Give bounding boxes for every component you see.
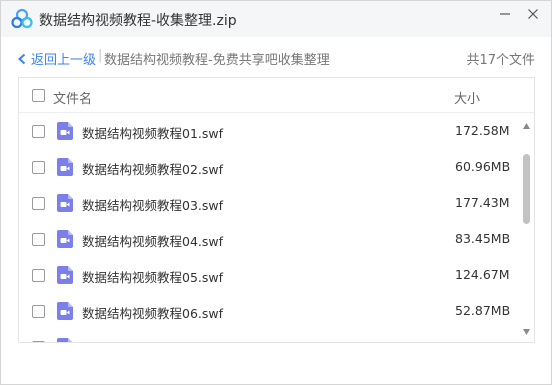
file-checkbox[interactable]	[32, 305, 45, 318]
video-file-icon	[57, 122, 73, 140]
zip-preview-window: 数据结构视频教程-收集整理.zip 返回上一级 | 数据结构视频教程-免费共享吧…	[0, 0, 552, 385]
file-checkbox[interactable]	[32, 161, 45, 174]
window-title: 数据结构视频教程-收集整理.zip	[39, 13, 237, 29]
file-name: 数据结构视频教程07.swf	[82, 339, 223, 342]
breadcrumb-separator: |	[98, 48, 103, 63]
back-label: 返回上一级	[31, 53, 97, 68]
minimize-button[interactable]	[495, 4, 515, 24]
file-size: 60.69MB	[455, 339, 510, 342]
title-bar: 数据结构视频教程-收集整理.zip	[1, 1, 551, 37]
file-checkbox[interactable]	[32, 341, 45, 342]
video-file-icon	[57, 302, 73, 320]
minimize-icon	[500, 13, 510, 15]
file-checkbox[interactable]	[32, 269, 45, 282]
cloud-logo-icon	[11, 8, 33, 29]
close-icon	[528, 9, 538, 19]
breadcrumb-path: 数据结构视频教程-免费共享吧收集整理	[104, 53, 330, 68]
file-row[interactable]: 数据结构视频教程01.swf 172.58M	[19, 114, 519, 150]
breadcrumb: 返回上一级 | 数据结构视频教程-免费共享吧收集整理 共17个文件	[1, 37, 551, 77]
file-list-panel: 文件名 大小 数据结构视频教程01.swf 172.58M 数据结构视频教程02.s…	[18, 77, 535, 343]
file-checkbox[interactable]	[32, 233, 45, 246]
list-header: 文件名 大小	[19, 78, 534, 113]
scrollbar-thumb[interactable]	[523, 154, 530, 224]
chevron-left-icon	[18, 53, 26, 64]
file-size: 60.96MB	[455, 159, 511, 174]
file-list: 数据结构视频教程01.swf 172.58M 数据结构视频教程02.swf 60.96…	[19, 114, 519, 342]
file-size: 83.45MB	[455, 231, 511, 246]
file-name: 数据结构视频教程01.swf	[82, 126, 224, 141]
column-header-name[interactable]: 文件名	[53, 88, 92, 107]
file-size: 124.67M	[455, 267, 510, 282]
file-size: 172.58M	[455, 123, 510, 138]
column-header-size[interactable]: 大小	[454, 88, 480, 107]
file-row[interactable]: 数据结构视频教程03.swf 177.43M	[19, 186, 519, 222]
close-button[interactable]	[523, 4, 543, 24]
file-row[interactable]: 数据结构视频教程04.swf 83.45MB	[19, 222, 519, 258]
file-row[interactable]: 数据结构视频教程06.swf 52.87MB	[19, 294, 519, 330]
scroll-up-arrow-icon[interactable]	[522, 122, 531, 130]
video-file-icon	[57, 230, 73, 248]
vertical-scrollbar[interactable]	[519, 114, 534, 342]
video-file-icon	[57, 266, 73, 284]
file-name: 数据结构视频教程05.swf	[82, 270, 224, 285]
video-file-icon	[57, 338, 72, 342]
file-name: 数据结构视频教程04.swf	[82, 234, 224, 249]
video-file-icon	[57, 194, 73, 212]
video-file-icon	[57, 158, 73, 176]
file-checkbox[interactable]	[32, 125, 45, 138]
file-size: 52.87MB	[455, 303, 511, 318]
file-name: 数据结构视频教程02.swf	[82, 162, 224, 177]
file-row[interactable]: 数据结构视频教程07.swf 60.69MB	[19, 330, 519, 342]
file-count: 共17个文件	[466, 53, 535, 68]
file-size: 177.43M	[455, 195, 510, 210]
file-name: 数据结构视频教程03.swf	[82, 198, 224, 213]
select-all-checkbox[interactable]	[32, 89, 45, 102]
back-button[interactable]: 返回上一级	[17, 49, 96, 68]
file-name: 数据结构视频教程06.swf	[82, 306, 224, 321]
file-row[interactable]: 数据结构视频教程05.swf 124.67M	[19, 258, 519, 294]
file-row[interactable]: 数据结构视频教程02.swf 60.96MB	[19, 150, 519, 186]
scroll-down-arrow-icon[interactable]	[522, 328, 531, 336]
file-checkbox[interactable]	[32, 197, 45, 210]
